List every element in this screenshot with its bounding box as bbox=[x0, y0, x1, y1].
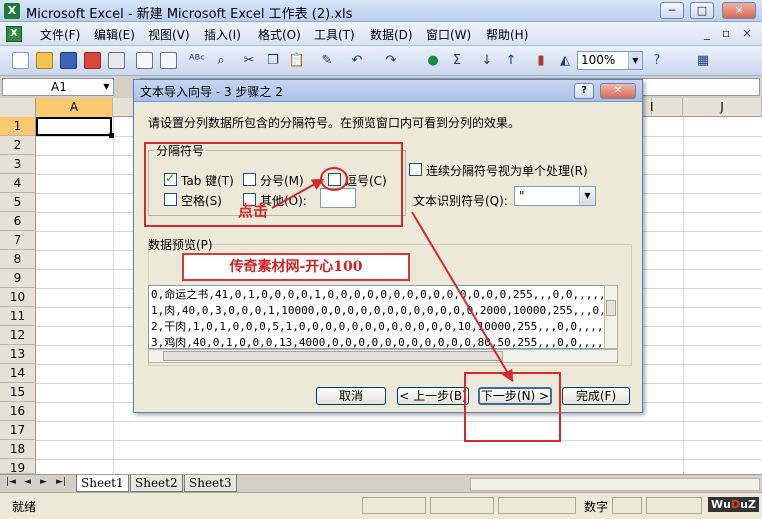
annotation-arrows bbox=[271, 178, 514, 383]
arrow-to-comma bbox=[271, 178, 325, 209]
arrow-to-next bbox=[411, 211, 514, 383]
